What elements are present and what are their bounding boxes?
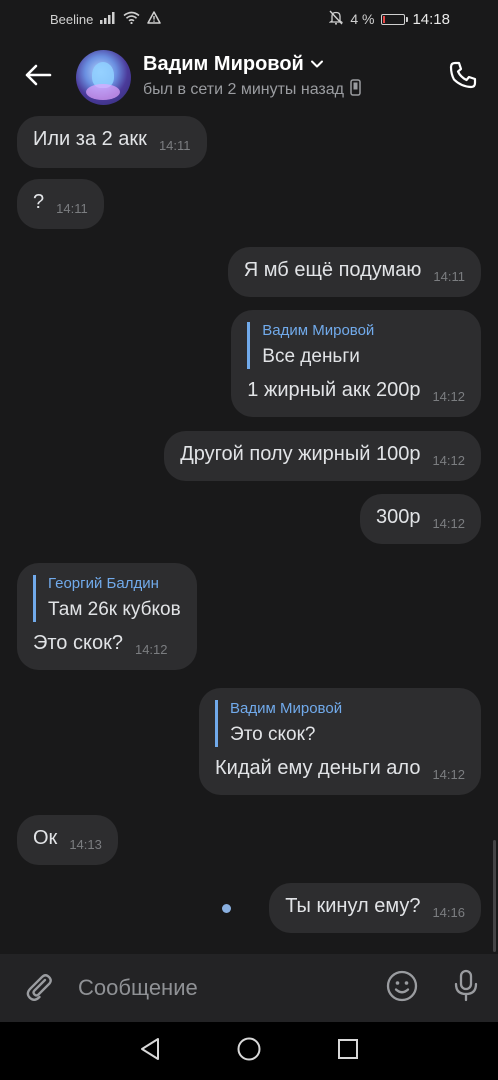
reply-quote[interactable]: Вадим Мировой Все деньги: [247, 322, 465, 369]
message-text: Ок: [33, 827, 58, 849]
back-button[interactable]: [0, 38, 76, 116]
reply-author: Вадим Мировой: [230, 700, 343, 717]
reply-quote[interactable]: Вадим Мировой Это скок?: [215, 700, 465, 747]
nav-recents-button[interactable]: [326, 1029, 370, 1073]
contact-info[interactable]: Вадим Мировой был в сети 2 минуты назад: [143, 53, 428, 101]
avatar[interactable]: [76, 49, 131, 105]
carrier-name: Beeline: [50, 11, 94, 27]
message-time: 14:12: [432, 389, 465, 404]
battery-percent: 4 %: [350, 11, 375, 27]
message-incoming[interactable]: Ок 14:13: [17, 815, 118, 865]
reply-author: Георгий Балдин: [48, 575, 159, 592]
nav-home-icon: [236, 1036, 262, 1067]
message-time: 14:12: [432, 453, 465, 468]
signal-icon: [100, 11, 116, 27]
reply-text: Все деньги: [262, 346, 360, 367]
emoji-button[interactable]: [370, 970, 434, 1007]
message-time: 14:12: [432, 516, 465, 531]
message-text: 300р: [375, 506, 421, 528]
message-composer: [0, 954, 498, 1022]
message-list[interactable]: Или за 2 акк 14:11 ? 14:11 Я мб ещё подума…: [0, 116, 498, 954]
back-arrow-icon: [24, 63, 52, 92]
microphone-icon: [452, 969, 480, 1008]
reply-author: Вадим Мировой: [262, 322, 375, 339]
message-incoming[interactable]: ? 14:11: [17, 179, 104, 229]
reply-text: Это скок?: [230, 724, 316, 745]
message-time: 14:16: [432, 905, 465, 920]
nav-back-icon: [139, 1037, 161, 1066]
message-time: 14:12: [134, 642, 168, 657]
message-text: 1 жирный акк 200р: [247, 379, 421, 401]
message-text: Ты кинул ему?: [285, 895, 421, 917]
message-time: 14:13: [69, 837, 102, 852]
message-text: Другой полу жирный 100р: [180, 443, 421, 465]
message-outgoing-reply[interactable]: Вадим Мировой Это скок? Кидай ему деньги…: [199, 688, 481, 795]
contact-status: был в сети 2 минуты назад: [143, 81, 344, 98]
message-time: 14:11: [158, 138, 191, 153]
voice-message-button[interactable]: [434, 969, 498, 1008]
nav-home-button[interactable]: [227, 1029, 271, 1073]
message-outgoing[interactable]: Я мб ещё подумаю 14:11: [227, 247, 481, 297]
phone-call-icon: [448, 60, 478, 95]
call-button[interactable]: [428, 38, 498, 116]
warning-icon: [147, 11, 162, 27]
wifi-icon: [123, 11, 140, 27]
mute-icon: [328, 10, 344, 28]
message-text: Это скок?: [33, 632, 123, 654]
unread-indicator: [222, 904, 231, 913]
message-text: Или за 2 акк: [33, 128, 147, 150]
message-time: 14:11: [433, 269, 465, 284]
reply-quote[interactable]: Георгий Балдин Там 26к кубков: [33, 575, 181, 622]
message-incoming-reply[interactable]: Георгий Балдин Там 26к кубков Это скок? 1…: [17, 563, 197, 670]
contact-name: Вадим Мировой: [143, 53, 304, 75]
message-text: Кидай ему деньги ало: [215, 757, 421, 779]
message-outgoing[interactable]: Ты кинул ему? 14:16: [269, 883, 481, 933]
scrollbar[interactable]: [493, 840, 496, 952]
message-text: ?: [33, 191, 45, 213]
message-time: 14:12: [432, 767, 465, 782]
phone-device-icon: [350, 79, 361, 101]
message-incoming[interactable]: Или за 2 акк 14:11: [17, 116, 207, 168]
message-outgoing[interactable]: 300р 14:12: [359, 494, 481, 544]
nav-recents-icon: [337, 1038, 359, 1065]
reply-text: Там 26к кубков: [48, 599, 181, 620]
battery-icon: [381, 13, 409, 25]
message-input[interactable]: [78, 975, 370, 1001]
nav-back-button[interactable]: [128, 1029, 172, 1073]
chat-header: Вадим Мировой был в сети 2 минуты назад: [0, 38, 498, 116]
emoji-icon: [386, 970, 418, 1007]
system-nav-bar: [0, 1022, 498, 1080]
message-text: Я мб ещё подумаю: [243, 259, 422, 281]
attach-paperclip-icon: [23, 970, 55, 1007]
chevron-down-icon: [310, 56, 324, 74]
message-time: 14:11: [56, 201, 88, 216]
attach-button[interactable]: [0, 970, 78, 1007]
clock: 14:18: [412, 10, 450, 28]
message-outgoing-reply[interactable]: Вадим Мировой Все деньги 1 жирный акк 20…: [231, 310, 481, 417]
message-outgoing[interactable]: Другой полу жирный 100р 14:12: [164, 431, 481, 481]
status-bar: Beeline 4 % 14:18: [0, 0, 498, 38]
